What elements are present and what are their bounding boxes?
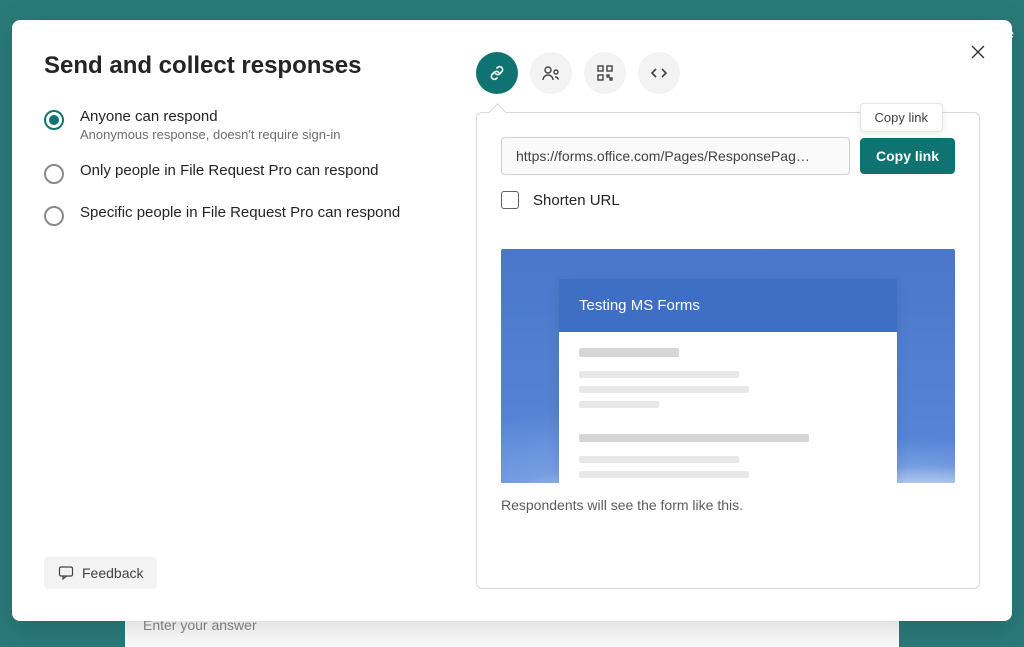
form-preview-caption: Respondents will see the form like this. [501,497,955,513]
radio-label: Anyone can respond [80,108,340,125]
people-icon [541,63,561,83]
form-preview-header: Testing MS Forms [559,279,897,332]
radio-indicator [44,206,64,226]
copy-link-button[interactable]: Copy link [860,138,955,174]
radio-indicator [44,164,64,184]
left-column: Send and collect responses Anyone can re… [44,52,444,589]
radio-description: Anonymous response, doesn't require sign… [80,127,340,142]
audience-radio-group: Anyone can respond Anonymous response, d… [44,108,444,226]
radio-label: Only people in File Request Pro can resp… [80,162,379,179]
link-row: Copy link https://forms.office.com/Pages… [501,137,955,175]
form-preview-body [559,332,897,483]
tab-embed[interactable] [638,52,680,94]
share-tab-row [476,52,980,94]
qr-icon [595,63,615,83]
feedback-icon [58,565,74,581]
radio-anyone[interactable]: Anyone can respond Anonymous response, d… [44,108,444,142]
send-collect-modal: Send and collect responses Anyone can re… [12,20,1012,621]
tab-qr[interactable] [584,52,626,94]
feedback-button[interactable]: Feedback [44,557,157,589]
copy-link-tooltip: Copy link [860,103,943,132]
radio-org-only[interactable]: Only people in File Request Pro can resp… [44,162,444,184]
tab-people[interactable] [530,52,572,94]
form-preview-card: Testing MS Forms [559,279,897,483]
share-url-input[interactable]: https://forms.office.com/Pages/ResponseP… [501,137,850,175]
radio-indicator [44,110,64,130]
link-icon [487,63,507,83]
form-preview-section: Testing MS Forms [501,249,955,513]
radio-label: Specific people in File Request Pro can … [80,204,400,221]
form-preview: Testing MS Forms [501,249,955,483]
tab-link[interactable] [476,52,518,94]
shorten-url-checkbox[interactable] [501,191,519,209]
link-panel: Copy link https://forms.office.com/Pages… [476,112,980,589]
feedback-label: Feedback [82,565,143,581]
radio-specific-people[interactable]: Specific people in File Request Pro can … [44,204,444,226]
embed-icon [649,63,669,83]
shorten-url-row: Shorten URL [501,191,955,209]
shorten-url-label: Shorten URL [533,192,620,209]
modal-title: Send and collect responses [44,52,444,80]
form-preview-title: Testing MS Forms [579,297,877,314]
right-column: Copy link https://forms.office.com/Pages… [476,52,980,589]
